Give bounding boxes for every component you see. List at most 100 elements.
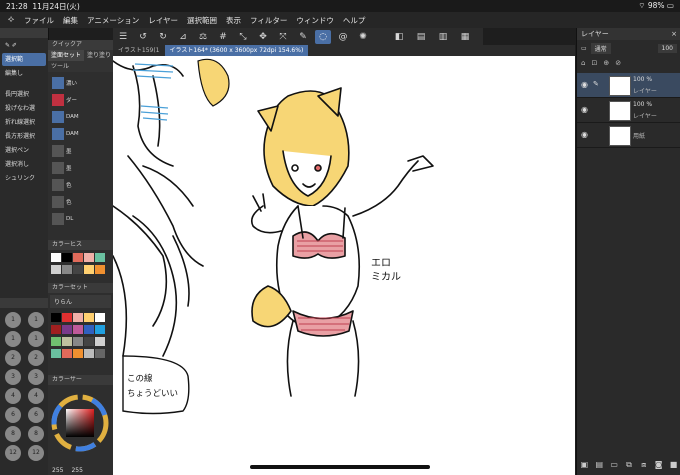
blend-mode-select[interactable]: 通常 xyxy=(590,43,611,54)
brush-item[interactable]: 濃い xyxy=(52,75,82,90)
brush-size[interactable]: 2 xyxy=(5,350,21,366)
layer-row[interactable]: ◉ ✎ 100 % レイヤー xyxy=(577,73,680,98)
brush-item[interactable]: 色 xyxy=(52,194,82,209)
brush-item[interactable]: DAM xyxy=(52,109,82,124)
color-swatch[interactable] xyxy=(94,336,105,346)
tab-paint[interactable]: 塗り塗り xyxy=(84,50,114,61)
panel-close-icon[interactable]: × xyxy=(671,30,677,38)
color-wheel[interactable] xyxy=(48,385,113,465)
brush-size[interactable]: 1 xyxy=(5,331,21,347)
menu-window[interactable]: ウィンドウ xyxy=(296,15,334,26)
menu-selection[interactable]: 選択範囲 xyxy=(187,15,217,26)
color-swatch[interactable] xyxy=(50,264,61,274)
color-swatch[interactable] xyxy=(61,264,72,274)
color-swatch[interactable] xyxy=(83,252,94,262)
duplicate-icon[interactable]: ⧈ xyxy=(639,460,649,470)
brush-item[interactable]: DL xyxy=(52,211,82,226)
brush-size[interactable]: 1 xyxy=(28,331,44,347)
color-swatch[interactable] xyxy=(94,312,105,322)
visibility-eye-icon[interactable]: ◉ xyxy=(581,105,588,114)
brush-item[interactable]: 色 xyxy=(52,177,82,192)
tool-select-erase[interactable]: 選択消し xyxy=(2,158,46,171)
color-swatch[interactable] xyxy=(72,336,83,346)
color-swatch[interactable] xyxy=(72,252,83,262)
color-set-select[interactable]: りらん xyxy=(50,295,111,308)
color-swatch[interactable] xyxy=(50,336,61,346)
brush-item[interactable]: DAM xyxy=(52,126,82,141)
tool-polyline-select[interactable]: 折れ線選択 xyxy=(2,116,46,129)
brush-size[interactable]: 4 xyxy=(28,388,44,404)
tab-brush-set[interactable]: 塗面セット xyxy=(48,50,85,61)
brush-item[interactable]: ダー xyxy=(52,92,82,107)
swirl-icon[interactable]: @ xyxy=(335,30,351,44)
lasso-icon[interactable]: ◌ xyxy=(315,29,331,44)
brush-size[interactable]: 2 xyxy=(28,350,44,366)
color-swatch[interactable] xyxy=(94,264,105,274)
menu-view[interactable]: 表示 xyxy=(226,15,241,26)
color-swatch[interactable] xyxy=(61,252,72,262)
tool-pen-icon[interactable]: ✎ ✐ xyxy=(2,39,46,52)
brush-size[interactable]: 8 xyxy=(28,426,44,442)
mask-icon[interactable]: ◙ xyxy=(654,460,664,470)
color-swatch[interactable] xyxy=(50,312,61,322)
brush-item[interactable]: 墨 xyxy=(52,160,82,175)
layer-row[interactable]: ◉ 100 % レイヤー xyxy=(577,98,680,123)
tool-selection[interactable]: 選択範 xyxy=(2,53,46,66)
move-icon[interactable]: ✥ xyxy=(255,30,271,44)
brush-size[interactable]: 12 xyxy=(28,445,44,461)
grid-icon[interactable]: # xyxy=(215,30,231,44)
brush-size[interactable]: 3 xyxy=(5,369,21,385)
ruler-icon[interactable]: ⊿ xyxy=(175,30,191,44)
visibility-eye-icon[interactable]: ◉ xyxy=(581,80,588,89)
drawing-canvas[interactable]: エロ ミカル この線 ちょうどいい xyxy=(113,56,575,475)
color-swatch[interactable] xyxy=(72,312,83,322)
color-swatch[interactable] xyxy=(94,324,105,334)
delete-icon[interactable]: ■ xyxy=(668,460,678,470)
layer-fill-icon[interactable]: ▥ xyxy=(435,30,451,44)
tool-shrink[interactable]: シュリンク xyxy=(2,172,46,185)
color-swatch[interactable] xyxy=(50,252,61,262)
color-swatch[interactable] xyxy=(72,348,83,358)
brush-size[interactable]: 12 xyxy=(5,445,21,461)
brush-size[interactable]: 3 xyxy=(28,369,44,385)
color-swatch[interactable] xyxy=(72,264,83,274)
brush-size[interactable]: 1 xyxy=(5,312,21,328)
draft-icon[interactable]: ⊘ xyxy=(615,59,621,67)
menu-animation[interactable]: アニメーション xyxy=(87,15,139,26)
tool-ellipse-select[interactable]: 長円選択 xyxy=(2,88,46,101)
menu-help[interactable]: ヘルプ xyxy=(343,15,366,26)
lock-icon[interactable]: ⌂ xyxy=(581,59,585,67)
color-swatch[interactable] xyxy=(94,252,105,262)
color-swatch[interactable] xyxy=(61,336,72,346)
brush-size[interactable]: 6 xyxy=(5,407,21,423)
tab-tool[interactable]: ツール xyxy=(48,61,72,72)
color-swatch[interactable] xyxy=(94,348,105,358)
new-folder-icon[interactable]: ▭ xyxy=(609,460,619,470)
new-layer-icon[interactable]: ▣ xyxy=(579,460,589,470)
tool-select-pen[interactable]: 選択ペン xyxy=(2,144,46,157)
ref-icon[interactable]: ⊕ xyxy=(603,59,609,67)
color-swatch[interactable] xyxy=(61,324,72,334)
color-swatch[interactable] xyxy=(83,336,94,346)
color-swatch[interactable] xyxy=(50,348,61,358)
menu-edit[interactable]: 編集 xyxy=(63,15,78,26)
doc-tab-159[interactable]: イラスト159(1 xyxy=(113,45,165,56)
menu-layer[interactable]: レイヤー xyxy=(148,15,178,26)
color-swatch[interactable] xyxy=(61,348,72,358)
tool-rect-select[interactable]: 長方形選択 xyxy=(2,130,46,143)
color-swatch[interactable] xyxy=(83,324,94,334)
color-swatch[interactable] xyxy=(61,312,72,322)
undo-icon[interactable]: ↺ xyxy=(135,30,151,44)
color-swatch[interactable] xyxy=(50,324,61,334)
doc-tab-164[interactable]: イラスト164* (3600 x 3600px 72dpi 154.6%) xyxy=(164,45,309,56)
brush-size[interactable]: 4 xyxy=(5,388,21,404)
layer-row[interactable]: ◉ 用紙 xyxy=(577,123,680,148)
pen-icon[interactable]: ✎ xyxy=(295,30,311,44)
redo-icon[interactable]: ↻ xyxy=(155,30,171,44)
clip-icon[interactable]: ⊡ xyxy=(591,59,597,67)
layer-adjust-icon[interactable]: ▤ xyxy=(413,30,429,44)
color-swatch[interactable] xyxy=(83,312,94,322)
merge-icon[interactable]: ⧉ xyxy=(624,460,634,470)
opacity-value[interactable]: 100 xyxy=(657,44,677,53)
visibility-eye-icon[interactable]: ◉ xyxy=(581,130,588,139)
